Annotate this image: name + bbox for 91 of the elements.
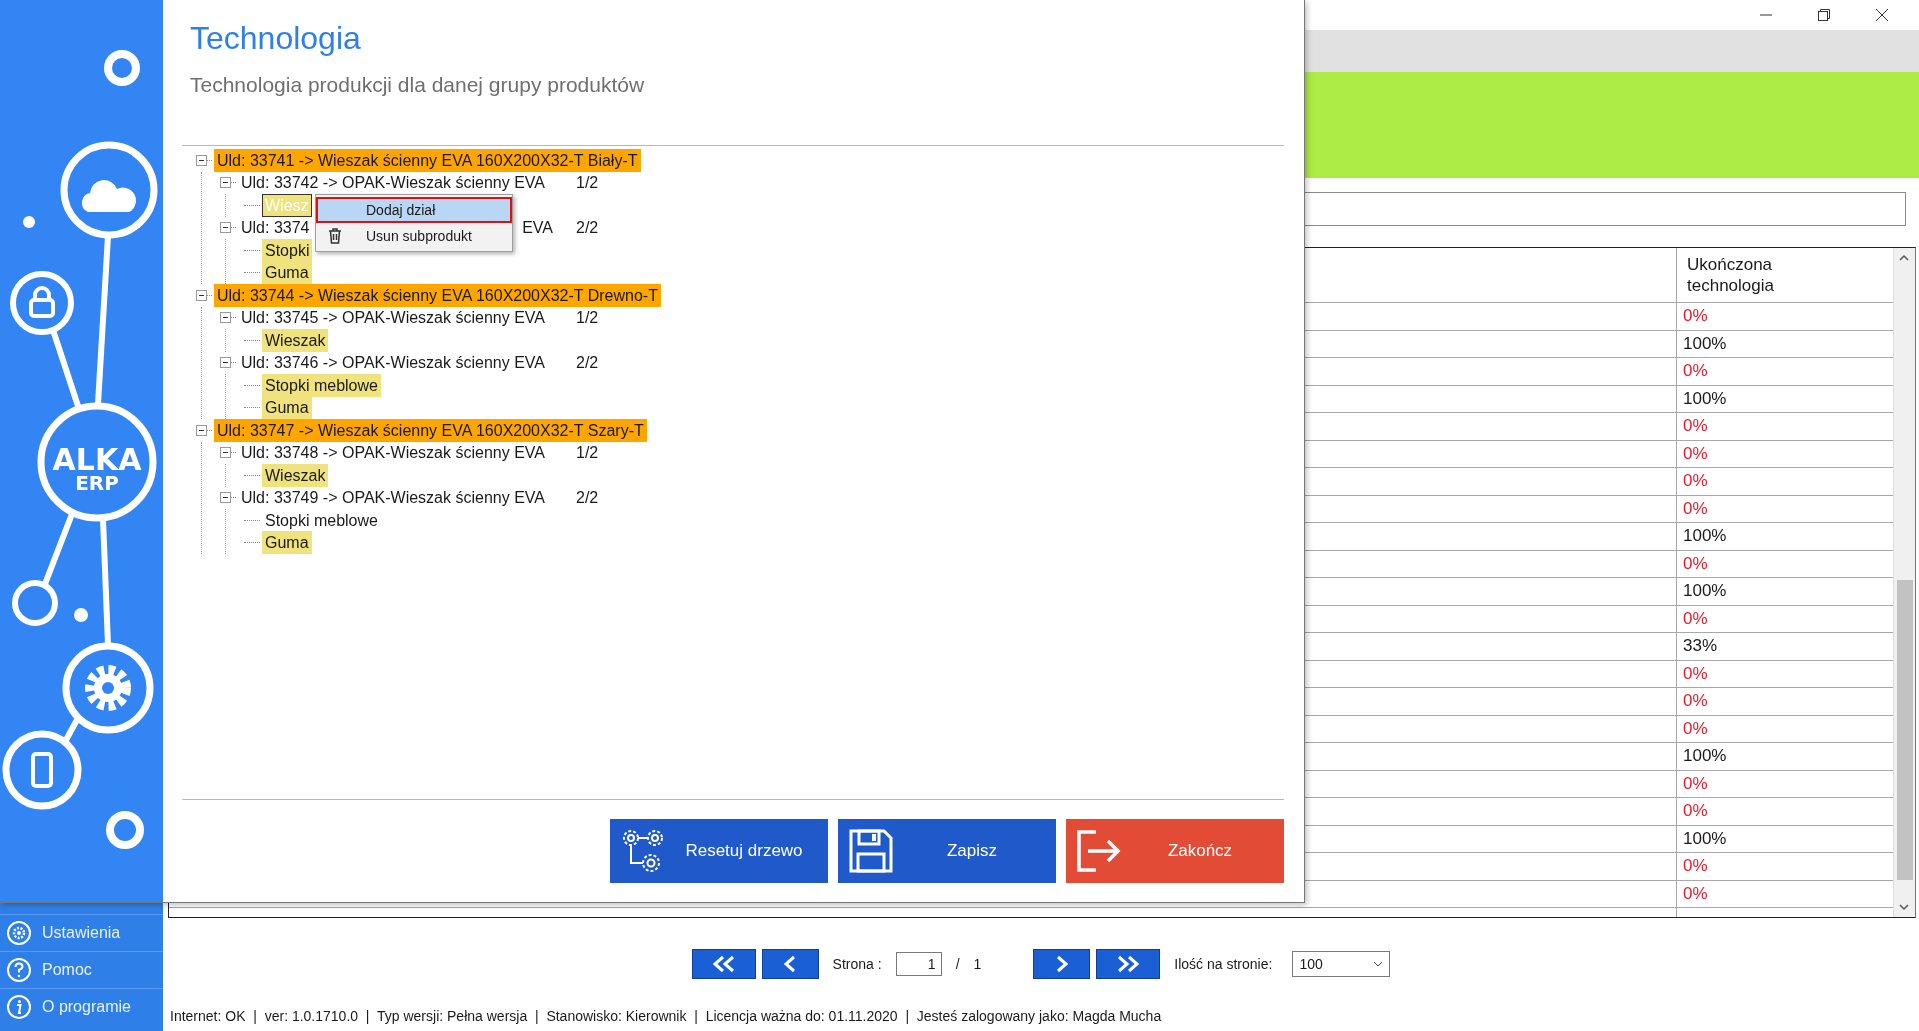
quantity-text: 2/2 bbox=[576, 353, 599, 372]
quantity-text: 1/2 bbox=[576, 443, 599, 462]
table-cell: 100% bbox=[1683, 828, 1727, 849]
tree-node-label[interactable]: Uld: 3374 bbox=[238, 216, 313, 240]
dialog-subtitle: Technologia produkcji dla danej grupy produktów bbox=[190, 72, 645, 98]
table-cell: 0% bbox=[1683, 416, 1708, 437]
tree-node-label[interactable]: Stopki meblowe bbox=[262, 373, 381, 397]
chevron-left-icon bbox=[784, 955, 797, 973]
next-page-button[interactable] bbox=[1033, 949, 1091, 979]
quantity-text: 2/2 bbox=[576, 218, 599, 237]
page-label: Strona : bbox=[832, 956, 882, 972]
minimize-icon bbox=[1759, 14, 1773, 16]
collapse-icon[interactable] bbox=[220, 177, 231, 189]
tree-node-label[interactable]: Stopki bbox=[262, 238, 313, 262]
page-total: 1 bbox=[973, 956, 982, 972]
tree-node-label[interactable]: Uld: 33741 -> Wieszak ścienny EVA 160X200X32-T Biały-T bbox=[214, 148, 641, 172]
close-icon bbox=[1875, 8, 1889, 22]
scroll-down-icon[interactable] bbox=[1898, 901, 1910, 913]
menu-item[interactable]: Usun subprodukt bbox=[316, 223, 512, 249]
collapse-icon[interactable] bbox=[196, 154, 207, 166]
table-cell: 0% bbox=[1683, 718, 1708, 739]
quantity-text: 1/2 bbox=[576, 308, 599, 327]
quantity-text: 2/2 bbox=[576, 488, 599, 507]
page-input[interactable]: 1 bbox=[895, 952, 942, 976]
collapse-icon[interactable] bbox=[196, 289, 207, 301]
collapse-icon[interactable] bbox=[220, 492, 231, 504]
chevron-right-icon bbox=[1055, 955, 1068, 973]
tree-node-label[interactable]: Uld: 33749 -> OPAK-Wieszak ścienny EVA bbox=[238, 486, 548, 510]
close-button[interactable]: Zakończ bbox=[1066, 819, 1284, 883]
per-page-select[interactable]: 100 bbox=[1292, 951, 1391, 977]
double-chevron-right-icon bbox=[1117, 955, 1140, 973]
gear-icon bbox=[6, 920, 32, 946]
tree-node-label[interactable]: Guma bbox=[262, 531, 312, 555]
collapse-icon[interactable] bbox=[220, 222, 231, 234]
per-page-label: Ilość na stronie: bbox=[1174, 956, 1273, 972]
scrollbar[interactable] bbox=[1893, 248, 1915, 917]
table-cell: 0% bbox=[1683, 306, 1708, 327]
tree-node-label[interactable]: Uld: 33744 -> Wieszak ścienny EVA 160X200X32-T Drewno-T bbox=[214, 283, 661, 307]
tree-node-label[interactable]: Uld: 33747 -> Wieszak ścienny EVA 160X200X32-T Szary-T bbox=[214, 418, 647, 442]
table-cell: 100% bbox=[1683, 333, 1727, 354]
page-separator: / bbox=[955, 956, 960, 972]
collapse-icon[interactable] bbox=[220, 357, 231, 369]
table-cell: 0% bbox=[1683, 801, 1708, 822]
info-icon bbox=[6, 994, 32, 1020]
dialog-title: Technologia bbox=[190, 19, 361, 58]
tree-node-label[interactable]: Guma bbox=[262, 261, 312, 285]
double-chevron-left-icon bbox=[712, 955, 735, 973]
collapse-icon[interactable] bbox=[196, 424, 207, 436]
table-cell: 0% bbox=[1683, 553, 1708, 574]
table-cell: 33% bbox=[1683, 636, 1718, 657]
collapse-icon[interactable] bbox=[220, 447, 231, 459]
tree-node-label[interactable]: Uld: 33742 -> OPAK-Wieszak ścienny EVA bbox=[238, 171, 548, 195]
restore-icon bbox=[1817, 8, 1831, 22]
table-cell: 0% bbox=[1683, 361, 1708, 382]
tree-node-label[interactable]: Wieszak bbox=[262, 328, 329, 352]
tree-node-label[interactable]: Uld: 33745 -> OPAK-Wieszak ścienny EVA bbox=[238, 306, 548, 330]
first-page-button[interactable] bbox=[691, 949, 756, 979]
collapse-icon[interactable] bbox=[220, 312, 231, 324]
sidebar-item-label: Ustawienia bbox=[42, 924, 121, 942]
column-header[interactable]: Ukończona technologia bbox=[1687, 254, 1797, 296]
table-cell: 0% bbox=[1683, 773, 1708, 794]
table-cell: 100% bbox=[1683, 388, 1727, 409]
reset-button[interactable]: Resetuj drzewo bbox=[610, 819, 828, 883]
tree-node-label[interactable]: Uld: 33748 -> OPAK-Wieszak ścienny EVA bbox=[238, 441, 548, 465]
previous-page-button[interactable] bbox=[761, 949, 819, 979]
save-button[interactable]: Zapisz bbox=[838, 819, 1056, 883]
table-cell: 100% bbox=[1683, 746, 1727, 767]
sidebar-item-label: Pomoc bbox=[42, 961, 92, 979]
caret-icon bbox=[1373, 961, 1384, 967]
table-cell: 0% bbox=[1683, 691, 1708, 712]
table-cell: 0% bbox=[1683, 663, 1708, 684]
quantity-text: 1/2 bbox=[576, 173, 599, 192]
last-page-button[interactable] bbox=[1096, 949, 1161, 979]
tree-node-label[interactable]: Uld: 33746 -> OPAK-Wieszak ścienny EVA bbox=[238, 351, 548, 375]
table-cell: 0% bbox=[1683, 471, 1708, 492]
table-cell: 0% bbox=[1683, 883, 1708, 904]
tree-node-label[interactable]: EVA bbox=[519, 216, 556, 240]
table-cell: 0% bbox=[1683, 498, 1708, 519]
table-cell: 0% bbox=[1683, 608, 1708, 629]
trash-icon bbox=[326, 227, 344, 245]
table-cell: 0% bbox=[1683, 856, 1708, 877]
table-cell: 0% bbox=[1683, 443, 1708, 464]
tree-node-label[interactable]: Guma bbox=[262, 396, 312, 420]
table-cell: 100% bbox=[1683, 581, 1727, 602]
tree-node-label[interactable]: Stopki meblowe bbox=[262, 508, 381, 532]
status-bar-text: Internet: OK | ver: 1.0.1710.0 | Typ wersji: Pełna wersja | Stanowisko: Kierownik | Licencja ważna do: 01.11.2020 | Jesteś zalogowany jako: Magda Mucha bbox=[169, 1006, 1163, 1026]
table-cell: 100% bbox=[1683, 526, 1727, 547]
menu-item[interactable]: Dodaj dział bbox=[316, 197, 512, 223]
help-icon bbox=[6, 957, 32, 983]
tree-node-label[interactable]: Wieszak bbox=[262, 463, 329, 487]
sidebar-item-label: O programie bbox=[42, 998, 131, 1016]
